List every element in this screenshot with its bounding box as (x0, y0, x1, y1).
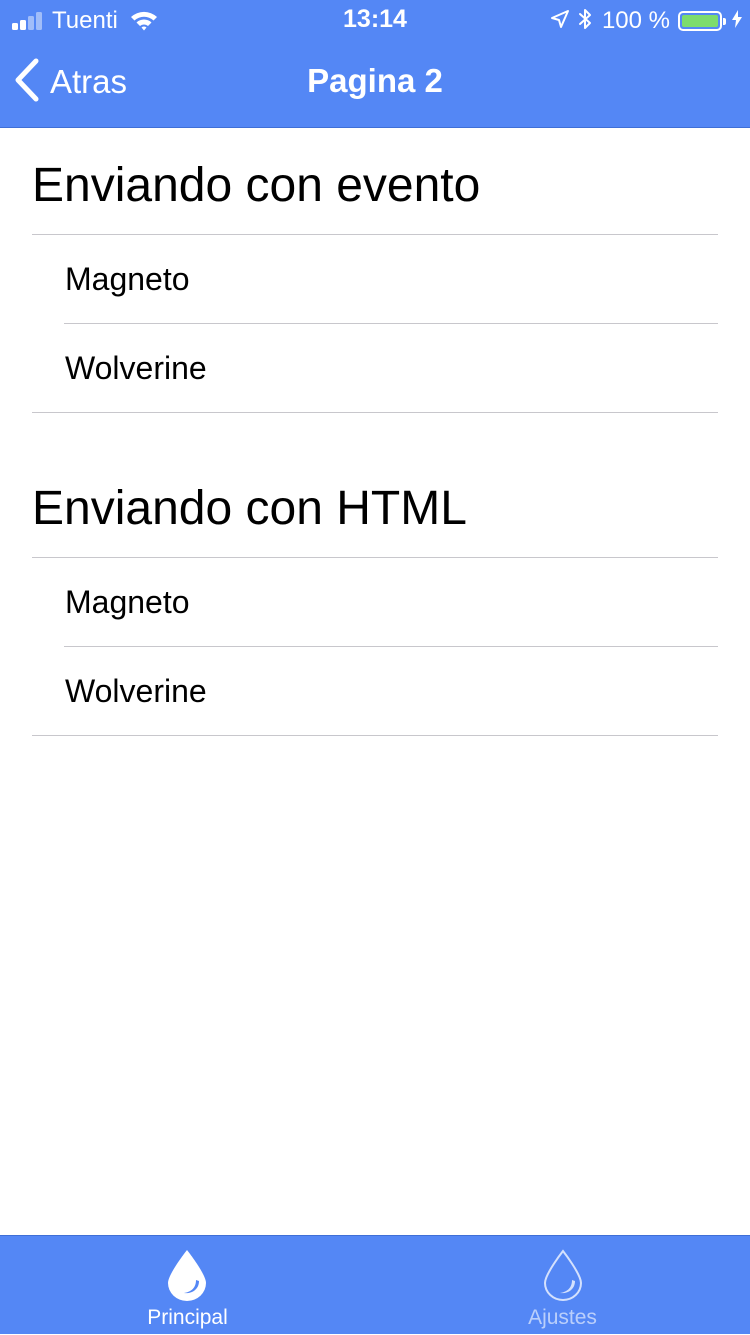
tab-principal[interactable]: Principal (0, 1236, 375, 1335)
list-html: Magneto Wolverine (32, 557, 718, 736)
drop-icon (165, 1248, 209, 1307)
bluetooth-icon (578, 7, 592, 36)
page-title: Pagina 2 (307, 62, 443, 99)
list-item-label: Magneto (65, 584, 190, 620)
status-right: 100 % (550, 6, 742, 36)
location-icon (550, 9, 570, 34)
list-separator (32, 735, 718, 736)
list-item-label: Magneto (65, 261, 190, 297)
list-item[interactable]: Magneto (32, 235, 718, 324)
charging-icon (732, 9, 742, 33)
tab-label: Ajustes (528, 1306, 597, 1329)
tab-bar: Principal Ajustes (0, 1235, 750, 1334)
list-item[interactable]: Magneto (32, 558, 718, 647)
section-title-evento: Enviando con evento (32, 159, 481, 212)
list-separator (32, 412, 718, 413)
tab-label: Principal (147, 1306, 228, 1329)
battery-percent: 100 % (601, 7, 670, 34)
section-title-html: Enviando con HTML (32, 482, 467, 535)
battery-icon (678, 11, 726, 31)
list-evento: Magneto Wolverine (32, 234, 718, 413)
status-bar: Tuenti 13:14 100 % (0, 0, 750, 40)
navigation-bar: Atras Pagina 2 (0, 40, 750, 128)
tab-ajustes[interactable]: Ajustes (375, 1236, 750, 1335)
list-item[interactable]: Wolverine (32, 324, 718, 413)
top-bar: Tuenti 13:14 100 % Atras Pagina 2 (0, 0, 750, 128)
list-item-label: Wolverine (65, 673, 207, 709)
drop-outline-icon (541, 1248, 585, 1307)
list-item-label: Wolverine (65, 350, 207, 386)
list-item[interactable]: Wolverine (32, 647, 718, 736)
